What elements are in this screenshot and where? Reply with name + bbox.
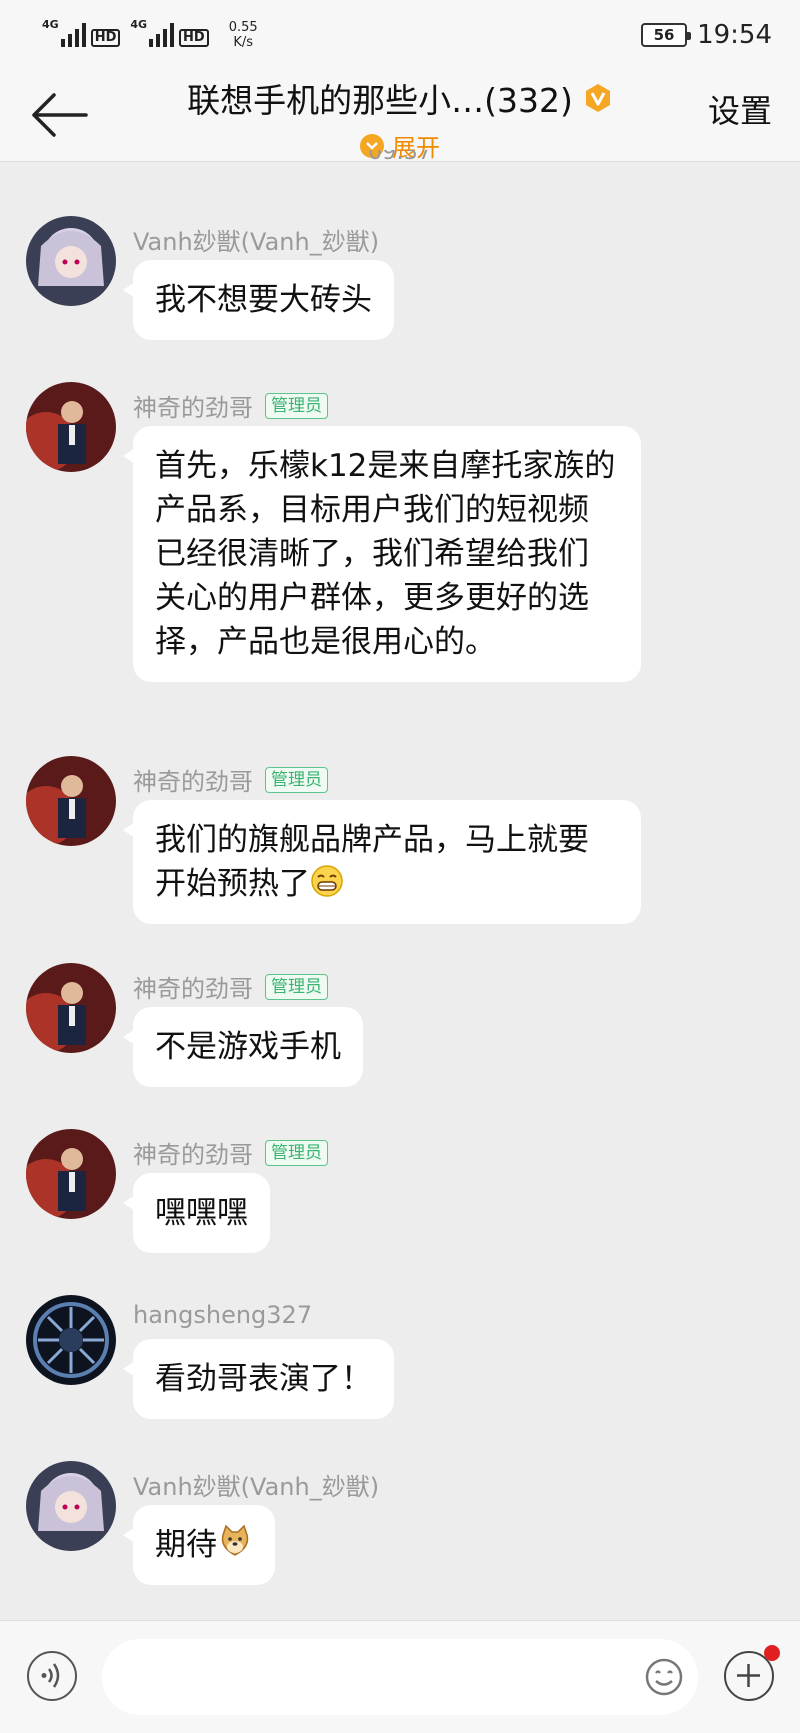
sender-name: 神奇的劲哥 bbox=[133, 394, 253, 422]
speed-unit: K/s bbox=[233, 35, 254, 50]
message-input[interactable] bbox=[102, 1639, 698, 1715]
settings-button[interactable]: 设置 bbox=[708, 86, 772, 132]
message-bubble[interactable]: 嘿嘿嘿 bbox=[123, 1173, 270, 1253]
sender-name: hangsheng327 bbox=[133, 1301, 313, 1329]
vip-badge-icon bbox=[585, 84, 610, 112]
network-type-label: 4G bbox=[42, 18, 59, 31]
message-text: 期待 bbox=[155, 1527, 217, 1563]
message-text: 我不想要大砖头 bbox=[155, 282, 372, 318]
signal-bars-icon bbox=[60, 23, 86, 47]
message-text: 不是游戏手机 bbox=[155, 1029, 341, 1065]
message-bubble[interactable]: 看劲哥表演了！ bbox=[123, 1339, 394, 1419]
speed-value: 0.55 bbox=[228, 20, 258, 35]
message-text: 看劲哥表演了！ bbox=[155, 1361, 372, 1397]
avatar[interactable] bbox=[26, 1295, 116, 1385]
avatar[interactable] bbox=[26, 1461, 116, 1551]
message-bubble[interactable]: 不是游戏手机 bbox=[123, 1007, 363, 1087]
avatar[interactable] bbox=[26, 1129, 116, 1219]
sender-name: Vanh玅獣(Vanh_玅獣) bbox=[133, 1473, 380, 1501]
doge-emoji-icon bbox=[221, 1524, 249, 1556]
network-type-label: 4G bbox=[130, 18, 148, 31]
avatar[interactable] bbox=[26, 382, 116, 472]
message-bubble[interactable]: 我不想要大砖头 bbox=[123, 260, 394, 340]
sender-name: 神奇的劲哥 bbox=[133, 1141, 253, 1169]
sender-name: 神奇的劲哥 bbox=[133, 768, 253, 796]
signal-indicator-2: 4G HD bbox=[130, 18, 209, 47]
battery-icon: 56 bbox=[641, 23, 692, 47]
grin-emoji-icon bbox=[311, 865, 343, 897]
avatar[interactable] bbox=[26, 963, 116, 1053]
group-title[interactable]: 联想手机的那些小…(332) bbox=[187, 74, 613, 122]
sender-name: Vanh玅獣(Vanh_玅獣) bbox=[133, 228, 380, 256]
admin-badge: 管理员 bbox=[265, 973, 328, 1000]
signal-indicator-1: 4G HD bbox=[42, 18, 121, 47]
sender-name: 神奇的劲哥 bbox=[133, 975, 253, 1003]
avatar[interactable] bbox=[26, 756, 116, 846]
hd-label: HD bbox=[90, 29, 121, 47]
hd-label: HD bbox=[179, 29, 209, 47]
status-bar: 4G HD 4G HD 0.55 K/s 56 19:54 bbox=[0, 0, 800, 70]
input-bar bbox=[0, 1620, 800, 1733]
message-timestamp: 09:37 bbox=[368, 150, 432, 165]
battery-level: 56 bbox=[653, 26, 675, 44]
clock: 19:54 bbox=[697, 20, 772, 50]
back-arrow-icon[interactable] bbox=[30, 90, 90, 140]
network-speed: 0.55 K/s bbox=[229, 20, 258, 50]
message-text: 首先，乐檬k12是来自摩托家族的产品系，目标用户我们的短视频已经很清晰了，我们希… bbox=[155, 448, 616, 660]
message-bubble[interactable]: 我们的旗舰品牌产品，马上就要开始预热了 bbox=[123, 800, 641, 924]
admin-badge: 管理员 bbox=[265, 766, 328, 793]
notification-dot bbox=[764, 1645, 780, 1661]
admin-badge: 管理员 bbox=[265, 1139, 328, 1166]
admin-badge: 管理员 bbox=[265, 392, 328, 419]
chat-header: 联想手机的那些小…(332) 展开 设置 bbox=[0, 70, 800, 162]
signal-bars-icon bbox=[149, 23, 175, 47]
message-text: 嘿嘿嘿 bbox=[155, 1195, 248, 1231]
message-bubble[interactable]: 期待 bbox=[123, 1505, 275, 1585]
voice-icon[interactable] bbox=[27, 1651, 77, 1701]
emoji-icon[interactable] bbox=[644, 1657, 684, 1697]
message-text: 我们的旗舰品牌产品，马上就要开始预热了 bbox=[155, 822, 589, 902]
message-bubble[interactable]: 首先，乐檬k12是来自摩托家族的产品系，目标用户我们的短视频已经很清晰了，我们希… bbox=[123, 426, 641, 682]
group-title-text: 联想手机的那些小…(332) bbox=[187, 81, 573, 120]
avatar[interactable] bbox=[26, 216, 116, 306]
